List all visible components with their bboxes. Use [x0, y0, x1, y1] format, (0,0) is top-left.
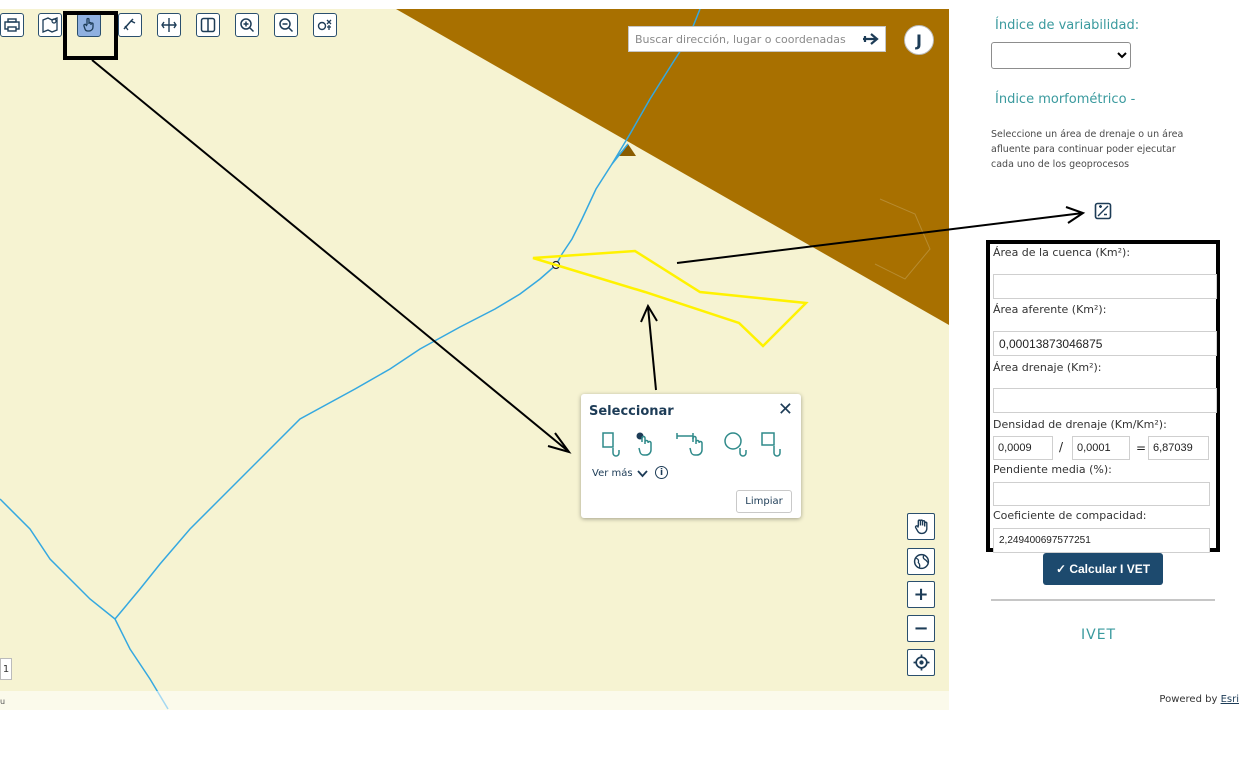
cuenca-label: Área de la cuenca (Km²): — [993, 246, 1131, 259]
zoom-out-button[interactable]: − — [907, 615, 935, 642]
select-circle-icon[interactable] — [722, 430, 748, 458]
arrow-polygon-to-calc-head — [1065, 206, 1086, 224]
select-polygon-icon[interactable] — [759, 430, 785, 458]
scale-indicator: 1 — [0, 658, 12, 680]
terrain-polygon — [396, 9, 949, 325]
close-icon[interactable]: ✕ — [778, 399, 793, 420]
scale-mini-mark: u — [0, 697, 6, 706]
calculate-ivet-button[interactable]: ✓ Calcular I VET — [1043, 553, 1163, 585]
variability-label: Índice de variabilidad: — [995, 18, 1140, 33]
variability-select[interactable] — [991, 42, 1131, 69]
zoom-in-button[interactable]: + — [907, 581, 935, 608]
zoom-in-tool-button[interactable] — [235, 13, 259, 37]
user-avatar[interactable]: J — [904, 25, 934, 55]
search-bar — [628, 26, 886, 52]
measure-icon — [123, 18, 136, 31]
search-input[interactable] — [629, 27, 857, 51]
ver-mas-link[interactable]: Ver más — [592, 468, 648, 479]
aferente-label: Área aferente (Km²): — [993, 303, 1107, 316]
zoom-out-tool-button[interactable] — [274, 13, 298, 37]
drenaje-field[interactable] — [993, 388, 1217, 413]
map-layers-icon — [42, 17, 58, 33]
globe-icon — [913, 553, 929, 570]
aferente-field[interactable] — [993, 331, 1217, 356]
ivet-section-title: IVET — [1081, 627, 1117, 643]
print-icon — [4, 18, 20, 32]
coordinates-tool-button[interactable] — [313, 13, 337, 37]
search-go-button[interactable] — [857, 27, 885, 51]
map-view[interactable] — [0, 9, 949, 710]
pendiente-label: Pendiente media (%): — [993, 463, 1112, 476]
attribution-prefix: Powered by — [1159, 694, 1218, 705]
calculator-icon[interactable] — [1094, 202, 1112, 220]
pan-arrows-icon — [161, 18, 177, 32]
locate-button[interactable] — [907, 649, 935, 676]
select-hand-icon — [83, 17, 94, 32]
results-panel: Área de la cuenca (Km²): Área aferente (… — [986, 240, 1220, 553]
pendiente-field[interactable] — [993, 482, 1210, 506]
select-rectangle-icon[interactable] — [599, 430, 625, 458]
map-canvas[interactable] — [0, 9, 949, 710]
map-layers-tool-button[interactable] — [38, 13, 62, 37]
basemap-globe-button[interactable] — [907, 548, 935, 575]
measure-tool-button[interactable] — [118, 13, 142, 37]
selected-catchment-polygon[interactable] — [532, 249, 809, 348]
locate-icon — [913, 654, 929, 671]
select-tool-button[interactable] — [77, 13, 101, 37]
info-icon[interactable]: i — [655, 466, 668, 479]
coordinates-icon — [317, 19, 332, 31]
zoom-out-icon — [279, 18, 294, 33]
densidad-length-field[interactable] — [993, 436, 1053, 460]
select-line-icon[interactable] — [675, 430, 709, 458]
attribution-bar — [0, 691, 949, 710]
pan-tool-button[interactable] — [157, 13, 181, 37]
drenaje-label: Área drenaje (Km²): — [993, 361, 1102, 374]
division-sign: / — [1059, 440, 1064, 454]
popup-title: Seleccionar — [589, 404, 674, 419]
morpho-label: Índice morfométrico - — [995, 92, 1136, 107]
densidad-label: Densidad de drenaje (Km/Km²): — [993, 418, 1167, 431]
densidad-area-field[interactable] — [1072, 436, 1130, 460]
esri-link[interactable]: Esri — [1221, 694, 1239, 705]
equals-sign: = — [1136, 441, 1147, 455]
clear-selection-button[interactable]: Limpiar — [736, 490, 792, 513]
densidad-result-field[interactable] — [1148, 436, 1209, 460]
compacidad-label: Coeficiente de compacidad: — [993, 509, 1147, 522]
pan-hand-button[interactable] — [907, 513, 935, 540]
cuenca-field[interactable] — [993, 274, 1217, 299]
attribution: Powered by Esri — [1159, 694, 1239, 705]
panel-divider — [991, 599, 1215, 601]
arrow-right-icon — [863, 33, 879, 45]
chevron-down-icon — [636, 469, 648, 477]
compacidad-field[interactable] — [993, 528, 1210, 553]
print-tool-button[interactable] — [0, 13, 24, 37]
select-point-icon[interactable] — [633, 430, 659, 458]
ver-mas-label: Ver más — [592, 468, 633, 479]
swipe-compare-button[interactable] — [196, 13, 220, 37]
help-text: Seleccione un área de drenaje o un área … — [991, 129, 1184, 170]
zoom-in-icon — [240, 18, 255, 33]
select-popup: Seleccionar ✕ Ver más i Limpiar — [581, 394, 801, 518]
swipe-compare-icon — [200, 17, 216, 33]
pan-hand-icon — [914, 519, 928, 535]
